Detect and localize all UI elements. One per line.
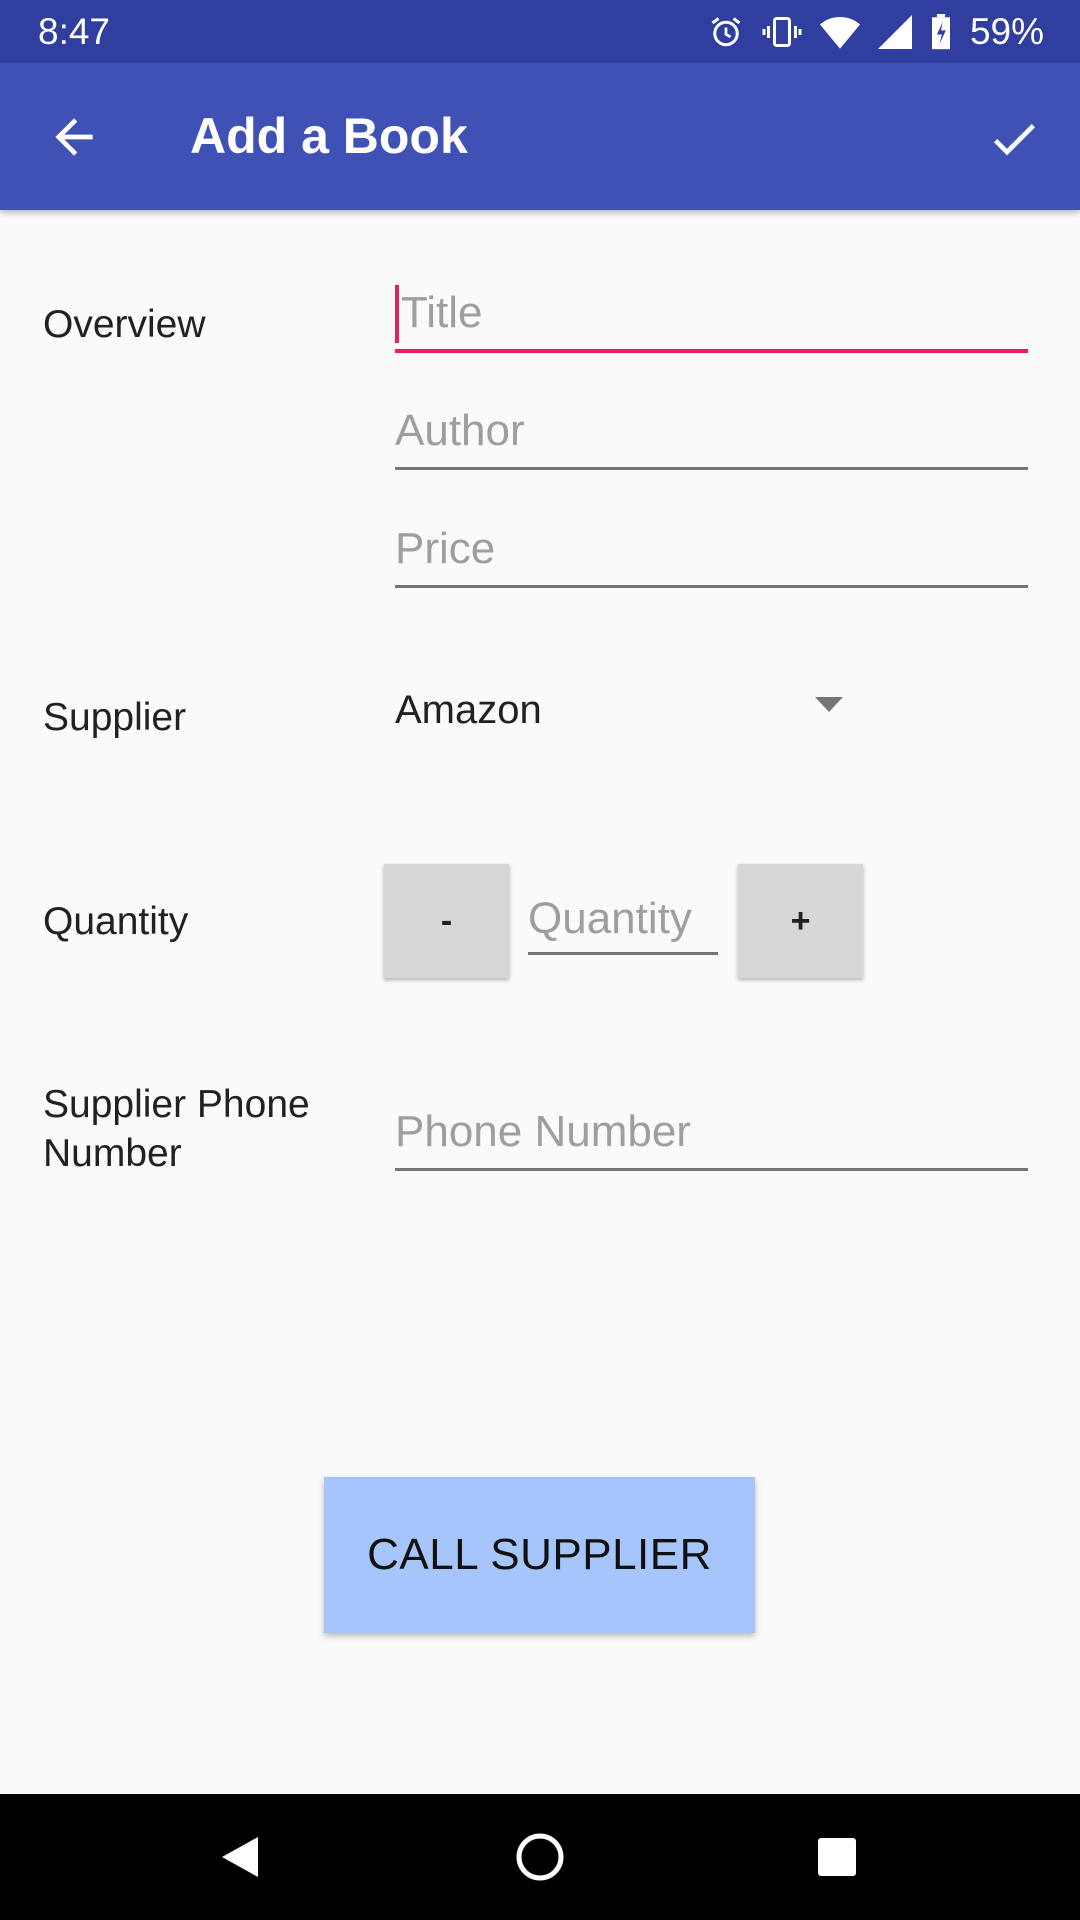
alarm-icon xyxy=(711,16,741,46)
status-icons: 59% xyxy=(708,0,1044,63)
decrement-button[interactable]: - xyxy=(384,864,509,978)
price-field[interactable] xyxy=(395,513,1028,588)
signal-icon xyxy=(877,14,912,49)
battery-icon xyxy=(931,13,950,49)
nav-back-icon xyxy=(222,1837,258,1877)
status-time: 8:47 xyxy=(38,11,111,52)
supplier-dropdown[interactable]: Amazon xyxy=(395,679,855,741)
dropdown-arrow-icon xyxy=(815,697,843,712)
phone-label: Supplier Phone Number xyxy=(43,1080,310,1178)
back-button[interactable] xyxy=(46,109,102,165)
phone-field[interactable] xyxy=(395,1096,1028,1171)
battery-percent: 59% xyxy=(969,11,1044,52)
supplier-label: Supplier xyxy=(43,696,187,739)
check-icon xyxy=(993,124,1035,156)
overview-label: Overview xyxy=(43,303,206,346)
nav-home-icon xyxy=(516,1833,564,1881)
title-field[interactable] xyxy=(395,277,1034,353)
phone-label-line1: Supplier Phone xyxy=(43,1083,310,1126)
save-button[interactable] xyxy=(986,111,1042,167)
author-field[interactable] xyxy=(395,395,1028,470)
navigation-bar xyxy=(0,1794,1080,1920)
phone-input[interactable] xyxy=(395,1096,1028,1168)
nav-back-button[interactable] xyxy=(180,1794,300,1920)
increment-button[interactable]: + xyxy=(738,864,863,978)
wifi-icon xyxy=(819,16,860,49)
price-input[interactable] xyxy=(395,513,1028,585)
nav-recents-icon xyxy=(818,1838,856,1876)
status-bar: 8:47 59% xyxy=(0,0,1080,63)
text-cursor xyxy=(395,285,399,343)
quantity-label: Quantity xyxy=(43,900,189,943)
quantity-input[interactable] xyxy=(528,886,718,952)
nav-home-button[interactable] xyxy=(480,1794,600,1920)
call-supplier-button[interactable]: CALL SUPPLIER xyxy=(324,1477,755,1633)
arrow-back-icon xyxy=(55,118,93,156)
page-title: Add a Book xyxy=(190,108,468,164)
vibrate-icon xyxy=(762,16,802,47)
quantity-field[interactable] xyxy=(528,886,718,955)
nav-recents-button[interactable] xyxy=(777,1794,897,1920)
app-bar: Add a Book xyxy=(0,63,1080,210)
supplier-selected-value: Amazon xyxy=(395,688,542,732)
phone-label-line2: Number xyxy=(43,1132,182,1175)
title-input[interactable] xyxy=(395,277,1034,349)
author-input[interactable] xyxy=(395,395,1028,467)
